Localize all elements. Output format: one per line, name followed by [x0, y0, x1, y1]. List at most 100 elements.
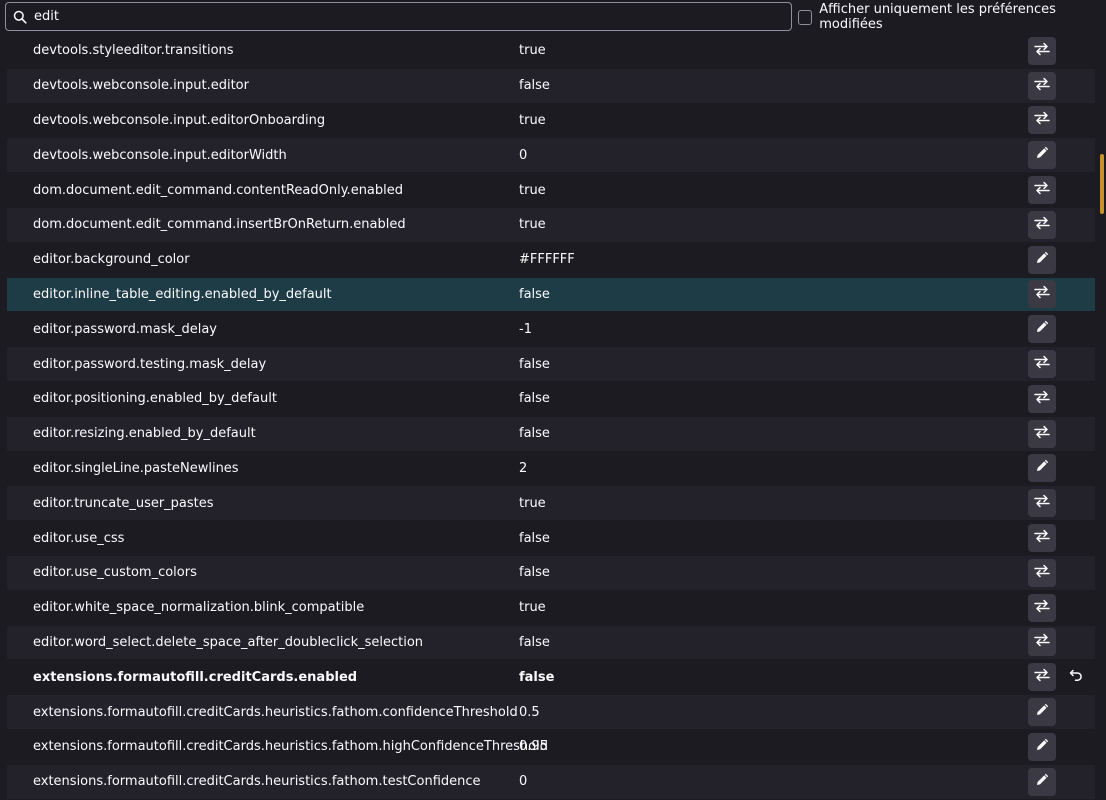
- edit-button[interactable]: [1028, 454, 1056, 483]
- toggle-button[interactable]: [1028, 663, 1056, 692]
- pref-name: dom.document.edit_command.insertBrOnRetu…: [33, 217, 406, 233]
- edit-icon: [1035, 251, 1049, 269]
- toggle-icon: [1034, 42, 1050, 60]
- scrollbar[interactable]: [1098, 34, 1106, 800]
- pref-name: dom.document.edit_command.contentReadOnl…: [33, 182, 404, 198]
- pref-row[interactable]: devtools.webconsole.input.editorWidth 0: [7, 138, 1095, 174]
- pref-row[interactable]: extensions.formautofill.creditCards.enab…: [7, 660, 1095, 696]
- reset-icon: [1069, 669, 1083, 685]
- pref-value: 0.95: [519, 739, 548, 755]
- toggle-icon: [1034, 425, 1050, 443]
- pref-value: -1: [519, 321, 532, 337]
- toggle-button[interactable]: [1028, 36, 1056, 65]
- toggle-button[interactable]: [1028, 558, 1056, 587]
- pref-name: editor.white_space_normalization.blink_c…: [33, 600, 365, 616]
- pref-row[interactable]: editor.white_space_normalization.blink_c…: [7, 590, 1095, 626]
- toggle-icon: [1034, 111, 1050, 129]
- pref-value: true: [519, 112, 546, 128]
- toggle-button[interactable]: [1028, 280, 1056, 309]
- pref-value: true: [519, 495, 546, 511]
- pref-name: editor.use_custom_colors: [33, 565, 197, 581]
- toggle-button[interactable]: [1028, 106, 1056, 135]
- pref-row[interactable]: editor.use_css false: [7, 521, 1095, 556]
- edit-button[interactable]: [1028, 315, 1056, 344]
- pref-row[interactable]: extensions.formautofill.creditCards.heur…: [7, 764, 1095, 800]
- toggle-icon: [1034, 355, 1050, 373]
- pref-row[interactable]: extensions.formautofill.creditCards.heur…: [7, 695, 1095, 730]
- preferences-table: devtools.styleeditor.transitions true devt…: [7, 34, 1095, 800]
- pref-name: editor.password.mask_delay: [33, 321, 217, 337]
- pref-row[interactable]: dom.document.edit_command.contentReadOnl…: [7, 173, 1095, 208]
- pref-row[interactable]: editor.positioning.enabled_by_default fal…: [7, 381, 1095, 417]
- pref-name: devtools.webconsole.input.editor: [33, 78, 249, 94]
- toggle-icon: [1034, 494, 1050, 512]
- edit-button[interactable]: [1028, 767, 1056, 796]
- pref-value: true: [519, 600, 546, 616]
- modified-only-filter[interactable]: Afficher uniquement les préférences modi…: [798, 2, 1106, 32]
- pref-value: 0: [519, 774, 528, 790]
- pref-name: devtools.styleeditor.transitions: [33, 43, 234, 59]
- toggle-button[interactable]: [1028, 210, 1056, 239]
- pref-value: #FFFFFF: [519, 252, 575, 268]
- edit-icon: [1035, 146, 1049, 164]
- scrollbar-thumb[interactable]: [1100, 154, 1104, 214]
- reset-button[interactable]: [1065, 666, 1087, 688]
- pref-name: editor.resizing.enabled_by_default: [33, 426, 256, 442]
- toggle-button[interactable]: [1028, 384, 1056, 413]
- pref-value: false: [519, 565, 550, 581]
- pref-row[interactable]: devtools.webconsole.input.editor false: [7, 68, 1095, 104]
- pref-row[interactable]: editor.truncate_user_pastes true: [7, 486, 1095, 522]
- modified-only-label: Afficher uniquement les préférences modi…: [819, 2, 1056, 32]
- toggle-icon: [1034, 216, 1050, 234]
- toggle-icon: [1034, 633, 1050, 651]
- pref-value: false: [519, 78, 550, 94]
- toggle-icon: [1034, 285, 1050, 303]
- pref-row[interactable]: editor.background_color #FFFFFF: [7, 242, 1095, 278]
- pref-name: editor.truncate_user_pastes: [33, 495, 214, 511]
- pref-row[interactable]: editor.password.mask_delay -1: [7, 312, 1095, 348]
- pref-name: devtools.webconsole.input.editorWidth: [33, 147, 287, 163]
- toggle-icon: [1034, 77, 1050, 95]
- search-icon: [6, 10, 34, 24]
- edit-icon: [1035, 320, 1049, 338]
- edit-button[interactable]: [1028, 245, 1056, 274]
- edit-icon: [1035, 773, 1049, 791]
- pref-row[interactable]: editor.password.testing.mask_delay false: [7, 347, 1095, 382]
- toggle-button[interactable]: [1028, 71, 1056, 100]
- edit-button[interactable]: [1028, 698, 1056, 727]
- toggle-button[interactable]: [1028, 176, 1056, 205]
- toggle-button[interactable]: [1028, 350, 1056, 379]
- pref-name: editor.password.testing.mask_delay: [33, 356, 267, 372]
- pref-name: extensions.formautofill.creditCards.heur…: [33, 739, 548, 755]
- pref-row[interactable]: editor.resizing.enabled_by_default false: [7, 416, 1095, 452]
- pref-row[interactable]: extensions.formautofill.creditCards.heur…: [7, 729, 1095, 765]
- pref-name: extensions.formautofill.creditCards.heur…: [33, 704, 518, 720]
- toggle-button[interactable]: [1028, 628, 1056, 657]
- modified-only-checkbox[interactable]: [798, 9, 813, 25]
- pref-row[interactable]: editor.singleLine.pasteNewlines 2: [7, 451, 1095, 487]
- pref-row[interactable]: editor.inline_table_editing.enabled_by_d…: [7, 277, 1095, 313]
- toggle-button[interactable]: [1028, 593, 1056, 622]
- pref-value: false: [519, 634, 550, 650]
- pref-row[interactable]: devtools.webconsole.input.editorOnboardi…: [7, 103, 1095, 139]
- pref-row[interactable]: devtools.styleeditor.transitions true: [7, 34, 1095, 69]
- pref-row[interactable]: editor.word_select.delete_space_after_do…: [7, 625, 1095, 661]
- pref-name: devtools.webconsole.input.editorOnboardi…: [33, 112, 326, 128]
- edit-button[interactable]: [1028, 141, 1056, 170]
- toggle-icon: [1034, 564, 1050, 582]
- edit-icon: [1035, 738, 1049, 756]
- toggle-button[interactable]: [1028, 524, 1056, 553]
- toggle-button[interactable]: [1028, 419, 1056, 448]
- pref-row[interactable]: dom.document.edit_command.insertBrOnRetu…: [7, 207, 1095, 243]
- toggle-icon: [1034, 390, 1050, 408]
- edit-button[interactable]: [1028, 732, 1056, 761]
- pref-value: 0.5: [519, 704, 540, 720]
- toggle-icon: [1034, 181, 1050, 199]
- pref-value: false: [519, 391, 550, 407]
- toggle-icon: [1034, 529, 1050, 547]
- toggle-button[interactable]: [1028, 489, 1056, 518]
- search-box[interactable]: [5, 2, 792, 31]
- pref-row[interactable]: editor.use_custom_colors false: [7, 555, 1095, 591]
- pref-name: editor.inline_table_editing.enabled_by_d…: [33, 286, 332, 302]
- search-input[interactable]: [34, 9, 791, 24]
